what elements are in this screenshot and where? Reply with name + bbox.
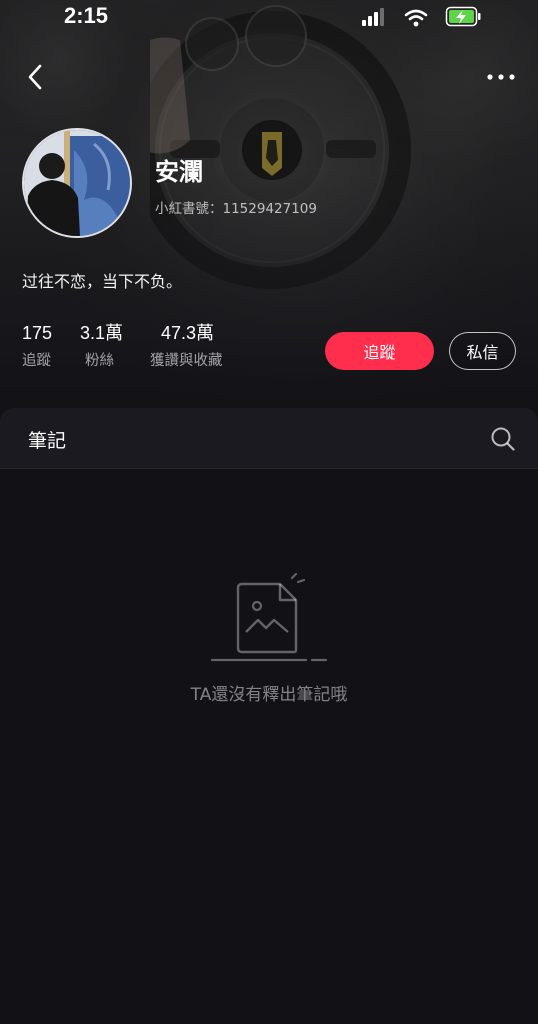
back-button[interactable] [20,60,50,94]
user-bio: 过往不恋，当下不负。 [22,272,183,291]
empty-note-icon [210,572,328,662]
more-options-button[interactable] [484,62,518,92]
search-icon [491,427,515,451]
cellular-signal-icon [362,8,384,26]
notes-header: 筆記 [0,408,538,469]
empty-notes-message: TA還沒有釋出筆記哦 [190,685,348,705]
stat-label: 粉絲 [85,353,114,369]
search-button[interactable] [490,426,516,452]
battery-charging-icon [445,6,481,27]
more-dots-icon [487,74,515,80]
stat-value: 175 [22,323,53,343]
status-bar: 2:15 [0,0,538,34]
user-id[interactable]: 小紅書號：11529427109 [155,197,317,217]
stat-value: 47.3萬 [161,323,215,343]
stat-label: 獲讚與收藏 [150,353,223,369]
wifi-icon [404,9,428,27]
message-button[interactable]: 私信 [449,332,516,370]
tab-notes[interactable]: 筆記 [28,426,66,453]
user-name: 安瀾 [155,158,203,186]
stat-value: 3.1萬 [80,323,124,343]
stat-label: 追蹤 [22,353,51,369]
stat-likes-and-collections[interactable]: 47.3萬 獲讚與收藏 [150,322,223,370]
status-time: 2:15 [64,3,109,28]
avatar-image [24,130,130,236]
stat-following[interactable]: 175 追蹤 [22,322,52,370]
stat-followers[interactable]: 3.1萬 粉絲 [80,322,123,370]
chevron-left-icon [28,64,42,90]
follow-button[interactable]: 追蹤 [325,332,434,370]
status-icons [362,6,481,27]
notes-panel: 筆記 [0,408,538,1024]
profile-screen: 2:15 安瀾 小紅書號：11529427109 过往不恋，当下不负。 175 … [0,0,538,1024]
avatar[interactable] [22,128,132,238]
